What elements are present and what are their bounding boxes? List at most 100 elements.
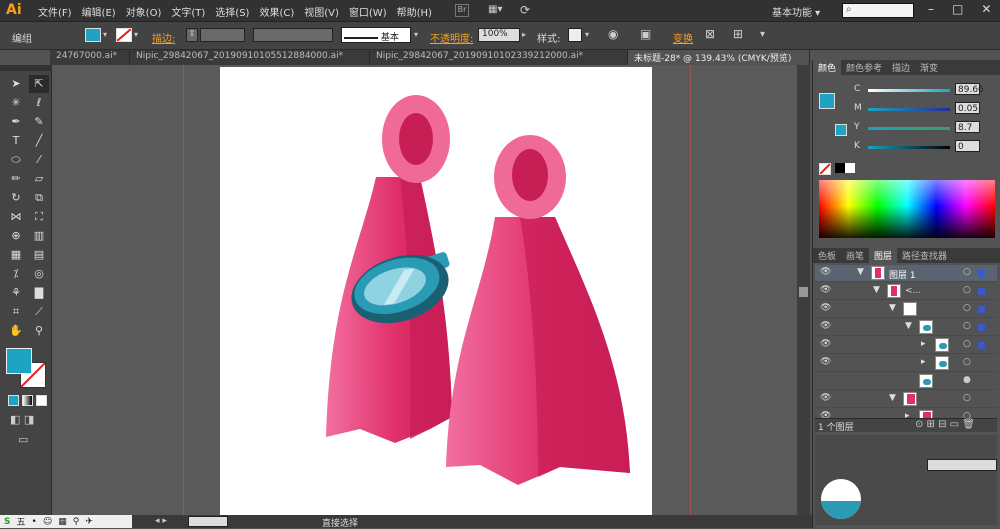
layers-footer-icons[interactable]: ⊙ ⊞ ⊟ ▭ 🗑	[915, 419, 975, 430]
direct-selection-tool-icon[interactable]: ⇱	[29, 75, 49, 93]
layer-row[interactable]: 👁 ▼ 图层 1 ○	[815, 265, 997, 282]
zoom-tool-icon[interactable]: ⚲	[29, 322, 49, 340]
menu-select[interactable]: 选择(S)	[215, 4, 249, 19]
target-icon[interactable]: ○	[963, 393, 971, 403]
blend-tool-icon[interactable]: ◎	[29, 265, 49, 283]
menu-help[interactable]: 帮助(H)	[397, 4, 432, 19]
doc-tab[interactable]: 24767000.ai*	[50, 50, 130, 65]
white-swatch[interactable]	[845, 163, 855, 173]
gradient-tool-icon[interactable]: ▤	[29, 246, 49, 264]
stroke-label[interactable]: 描边:	[152, 30, 175, 45]
tab-brushes[interactable]: 画笔	[841, 248, 869, 263]
channel-y-slider[interactable]	[868, 127, 950, 130]
maximize-icon[interactable]: □	[952, 2, 963, 16]
free-transform-icon[interactable]: ⛶	[29, 208, 49, 226]
doc-tab[interactable]: Nipic_29842067_20190910105512884000.ai*	[130, 50, 370, 65]
transform-label[interactable]: 变换	[673, 30, 693, 45]
layer-row[interactable]: ●	[815, 373, 997, 390]
tab-stroke[interactable]: 描边	[887, 60, 915, 75]
target-icon[interactable]: ○	[963, 339, 971, 349]
vertical-scrollbar[interactable]	[797, 65, 810, 515]
transparency-opacity-field[interactable]	[927, 459, 997, 471]
graph-tool-icon[interactable]: ▇	[29, 284, 49, 302]
arrange-icon[interactable]: ▦▾	[488, 4, 508, 17]
recolor-icon[interactable]: ◉	[608, 27, 618, 41]
artboard[interactable]	[220, 67, 652, 515]
layer-row[interactable]: 👁 ▸ ○	[815, 337, 997, 354]
bridge-icon[interactable]: Br	[455, 4, 469, 17]
eye-icon[interactable]: 👁	[820, 321, 832, 333]
menu-edit[interactable]: 编辑(E)	[82, 4, 116, 19]
opacity-dropdown-icon[interactable]: ▸	[522, 30, 526, 39]
eye-icon[interactable]: 👁	[820, 357, 832, 369]
stroke-dropdown-icon[interactable]: ▾	[134, 30, 138, 39]
pencil-icon[interactable]: ✏	[6, 170, 26, 188]
target-icon[interactable]: ○	[963, 357, 971, 367]
channel-m-slider[interactable]	[868, 108, 950, 111]
color-panel-stroke[interactable]	[835, 124, 847, 136]
graphic-style-swatch[interactable]	[568, 28, 582, 42]
doc-tab-active[interactable]: 未标题-28* @ 139.43% (CMYK/预览)	[628, 50, 810, 65]
selection-indicator[interactable]	[978, 288, 985, 295]
expand-arrow-icon[interactable]: ▸	[921, 357, 926, 367]
ime-toolbar[interactable]: S 五 • ☺ ▦ ⚲ ✈	[0, 515, 132, 528]
channel-k-slider[interactable]	[868, 146, 950, 149]
black-swatch[interactable]	[835, 163, 845, 173]
target-icon[interactable]: ○	[963, 285, 971, 295]
layer-name[interactable]: 图层 1	[889, 268, 916, 281]
isolate-icon[interactable]: ⊠	[705, 27, 715, 41]
selection-indicator[interactable]	[978, 270, 985, 277]
color-mode-icon[interactable]	[8, 395, 19, 406]
workspace-switcher[interactable]: 基本功能 ▾	[772, 4, 820, 19]
type-tool-icon[interactable]: T	[6, 132, 26, 150]
menu-object[interactable]: 对象(O)	[126, 4, 162, 19]
mask-thumbnail[interactable]	[821, 479, 861, 519]
panel-menu-icon[interactable]: ▾	[760, 29, 765, 40]
variable-width-profile[interactable]	[253, 28, 333, 42]
target-icon[interactable]: ○	[963, 321, 971, 331]
sync-icon[interactable]: ⟳	[520, 3, 530, 17]
menu-effect[interactable]: 效果(C)	[259, 4, 294, 19]
stroke-weight-stepper[interactable]: ⇕	[186, 28, 198, 42]
doc-tab[interactable]: Nipic_29842067_20190910102339212000.ai*	[370, 50, 628, 65]
perspective-grid-icon[interactable]: ▥	[29, 227, 49, 245]
eye-icon[interactable]: 👁	[820, 393, 832, 405]
scroll-thumb[interactable]	[799, 287, 808, 297]
envelope-icon[interactable]: ⊞	[733, 27, 743, 41]
none-mode-icon[interactable]	[36, 395, 47, 406]
opacity-label[interactable]: 不透明度:	[430, 30, 473, 45]
tab-color-guide[interactable]: 颜色参考	[841, 60, 887, 75]
paintbrush-icon[interactable]: ⁄	[29, 151, 49, 169]
target-icon[interactable]: ●	[963, 375, 971, 385]
width-tool-icon[interactable]: ⋈	[6, 208, 26, 226]
menu-type[interactable]: 文字(T)	[171, 4, 205, 19]
eraser-icon[interactable]: ▱	[29, 170, 49, 188]
curvature-tool-icon[interactable]: ✎	[29, 113, 49, 131]
tab-gradient[interactable]: 渐变	[915, 60, 943, 75]
right-flipper[interactable]	[446, 135, 630, 485]
lasso-icon[interactable]: ℓ	[29, 94, 49, 112]
eye-icon[interactable]: 👁	[820, 339, 832, 351]
slice-tool-icon[interactable]: ⟋	[29, 303, 49, 321]
color-spectrum[interactable]	[819, 180, 995, 238]
symbol-sprayer-icon[interactable]: ⚘	[6, 284, 26, 302]
layer-row[interactable]: 👁 ▼ <... ○	[815, 283, 997, 300]
fill-dropdown-icon[interactable]: ▾	[103, 30, 107, 39]
color-panel-fill[interactable]	[819, 93, 835, 109]
channel-c-slider[interactable]	[868, 89, 950, 92]
expand-arrow-icon[interactable]: ▼	[905, 321, 912, 331]
tab-pathfinder[interactable]: 路径查找器	[897, 248, 952, 263]
eye-icon[interactable]: 👁	[820, 267, 832, 279]
expand-arrow-icon[interactable]: ▸	[921, 339, 926, 349]
brush-definition[interactable]: 基本	[341, 27, 411, 43]
target-icon[interactable]: ○	[963, 267, 971, 277]
fill-swatch[interactable]	[85, 28, 101, 42]
layer-name[interactable]: <...	[905, 286, 921, 296]
stroke-weight-field[interactable]	[200, 28, 245, 42]
layer-row[interactable]: 👁 ▼ ○	[815, 301, 997, 318]
eye-icon[interactable]: 👁	[820, 285, 832, 297]
selection-indicator[interactable]	[978, 342, 985, 349]
artboard-nav-field[interactable]	[188, 516, 228, 527]
minimize-icon[interactable]: –	[928, 2, 934, 16]
stroke-swatch[interactable]	[116, 28, 132, 42]
